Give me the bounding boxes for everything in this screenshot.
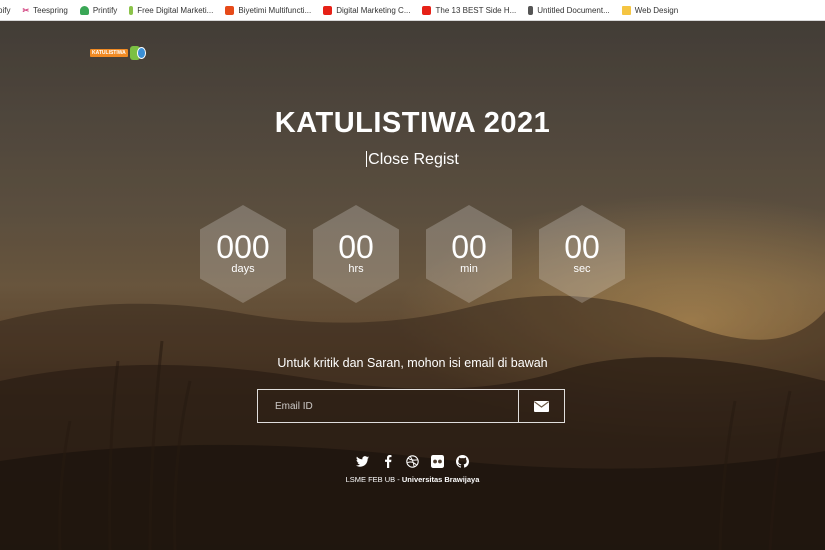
subtitle-text: Close Regist <box>368 151 459 168</box>
countdown-value: 00 <box>564 229 600 265</box>
envelope-icon <box>534 400 549 412</box>
bookmark-label: Teespring <box>33 5 68 15</box>
printify-icon <box>79 5 89 15</box>
text-cursor <box>366 151 368 167</box>
footer-org: LSME FEB UB <box>345 475 396 484</box>
footer-university[interactable]: Universitas Brawijaya <box>402 475 480 484</box>
countdown-value: 00 <box>338 229 374 265</box>
bookmarks-bar: pify ✂Teespring Printify Free Digital Ma… <box>0 0 825 21</box>
teespring-icon: ✂ <box>22 5 30 15</box>
bookmark-biyetimi[interactable]: Biyetimi Multifuncti... <box>225 5 312 15</box>
youtube-icon <box>422 5 432 15</box>
bookmark-label: Digital Marketing C... <box>336 5 411 15</box>
countdown-unit: days <box>231 263 255 275</box>
dribbble-icon[interactable] <box>406 455 419 468</box>
countdown-timer: 000 days 00 hrs 00 min 00 sec <box>0 205 825 305</box>
bookmark-label: Untitled Document... <box>537 5 610 15</box>
bookmark-digital-marketing[interactable]: Digital Marketing C... <box>323 5 411 15</box>
bookmark-pify[interactable]: pify <box>0 6 10 15</box>
countdown-minutes: 00 min <box>426 205 512 303</box>
bookmark-label: The 13 BEST Side H... <box>435 5 517 15</box>
footer-credit: LSME FEB UB - Universitas Brawijaya <box>0 475 825 484</box>
bookmark-label: pify <box>0 5 11 15</box>
twitter-icon[interactable] <box>356 455 369 468</box>
facebook-icon[interactable] <box>381 455 394 468</box>
page-title: KATULISTIWA 2021 <box>274 107 551 139</box>
email-input[interactable] <box>257 389 518 423</box>
bookmark-side-hustle[interactable]: The 13 BEST Side H... <box>422 5 517 15</box>
leaf-icon <box>129 5 134 15</box>
youtube-icon <box>323 5 333 15</box>
social-links <box>0 455 825 468</box>
countdown-seconds: 00 sec <box>539 205 625 303</box>
countdown-unit: min <box>460 263 478 275</box>
countdown-unit: sec <box>573 263 591 275</box>
pen-icon <box>528 5 534 15</box>
flickr-icon[interactable] <box>431 455 444 468</box>
submit-button[interactable] <box>518 389 565 423</box>
page-subtitle: Close Regist <box>0 151 825 169</box>
bookmark-free-digital-marketing[interactable]: Free Digital Marketi... <box>129 5 214 15</box>
github-icon[interactable] <box>456 455 469 468</box>
bookmark-untitled-document[interactable]: Untitled Document... <box>528 5 610 15</box>
countdown-value: 00 <box>451 229 487 265</box>
logo-badge-secondary <box>136 47 146 59</box>
subscribe-form <box>257 389 565 423</box>
feedback-message: Untuk kritik dan Saran, mohon isi email … <box>277 356 548 370</box>
bookmark-label: Free Digital Marketi... <box>137 5 214 15</box>
footer-separator: - <box>395 475 402 484</box>
red-app-icon <box>225 5 235 15</box>
logo-text: KATULISTIWA <box>90 49 128 57</box>
hero-section: KATULISTIWA KATULISTIWA 2021 Close Regis… <box>0 21 825 550</box>
countdown-unit: hrs <box>348 263 364 275</box>
bookmark-web-design[interactable]: Web Design <box>621 5 679 15</box>
bookmark-label: Biyetimi Multifuncti... <box>238 5 312 15</box>
countdown-value: 000 <box>216 229 270 265</box>
folder-icon <box>621 5 631 15</box>
countdown-days: 000 days <box>200 205 286 303</box>
bookmark-teespring[interactable]: ✂ Teespring <box>22 6 67 15</box>
bookmark-printify[interactable]: Printify <box>79 5 118 15</box>
site-logo[interactable]: KATULISTIWA <box>90 44 146 62</box>
countdown-hours: 00 hrs <box>313 205 399 303</box>
bookmark-label: Web Design <box>634 5 679 15</box>
bookmark-label: Printify <box>92 5 118 15</box>
